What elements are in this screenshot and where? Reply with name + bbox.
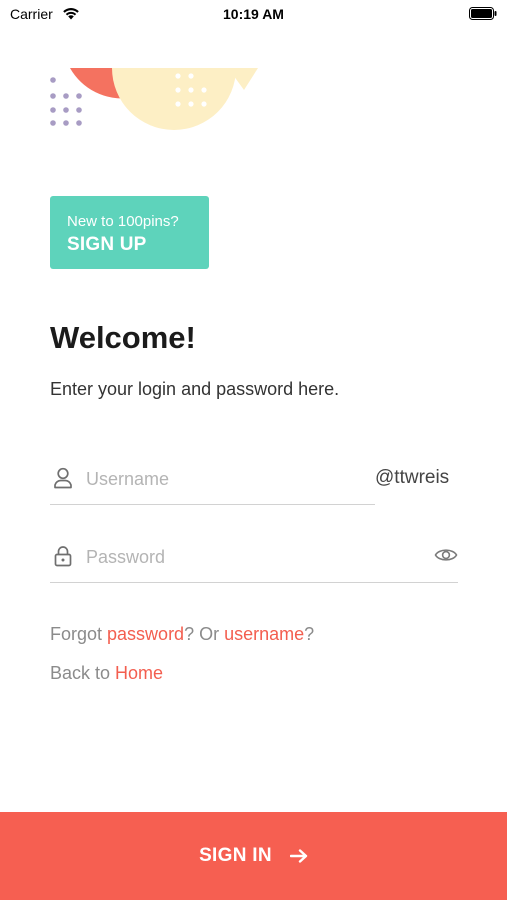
signup-prompt: New to 100pins? — [67, 213, 179, 230]
eye-icon[interactable] — [434, 546, 458, 564]
forgot-prefix: Forgot — [50, 624, 108, 644]
forgot-middle: ? Or — [184, 624, 225, 644]
signup-button[interactable]: New to 100pins? SIGN UP — [50, 196, 209, 269]
page-title: Welcome! — [50, 320, 196, 355]
sign-in-button[interactable]: SIGN IN — [0, 812, 507, 900]
user-icon — [54, 467, 72, 489]
arrow-right-icon — [289, 849, 308, 863]
back-prefix: Back to — [50, 663, 116, 683]
clock: 10:19 AM — [223, 6, 284, 22]
password-input[interactable] — [86, 543, 416, 571]
forgot-credentials-text: Forgot password? Or username? — [50, 624, 314, 645]
back-home-text: Back to Home — [50, 663, 163, 684]
forgot-username-link[interactable]: username — [224, 624, 304, 644]
home-link[interactable]: Home — [115, 663, 163, 683]
header-decoration — [50, 68, 258, 130]
sign-in-label: SIGN IN — [199, 845, 272, 866]
username-domain-suffix: @ttwreis — [375, 467, 450, 488]
signup-label: SIGN UP — [67, 234, 147, 255]
status-bar: Carrier 10:19 AM — [0, 0, 507, 30]
lock-icon — [54, 546, 72, 567]
password-field — [50, 533, 458, 583]
page-subtitle: Enter your login and password here. — [50, 379, 340, 399]
forgot-suffix: ? — [304, 624, 315, 644]
battery-icon — [469, 7, 497, 20]
forgot-password-link[interactable]: password — [107, 624, 184, 644]
username-field — [50, 455, 375, 505]
username-input[interactable] — [86, 465, 366, 493]
